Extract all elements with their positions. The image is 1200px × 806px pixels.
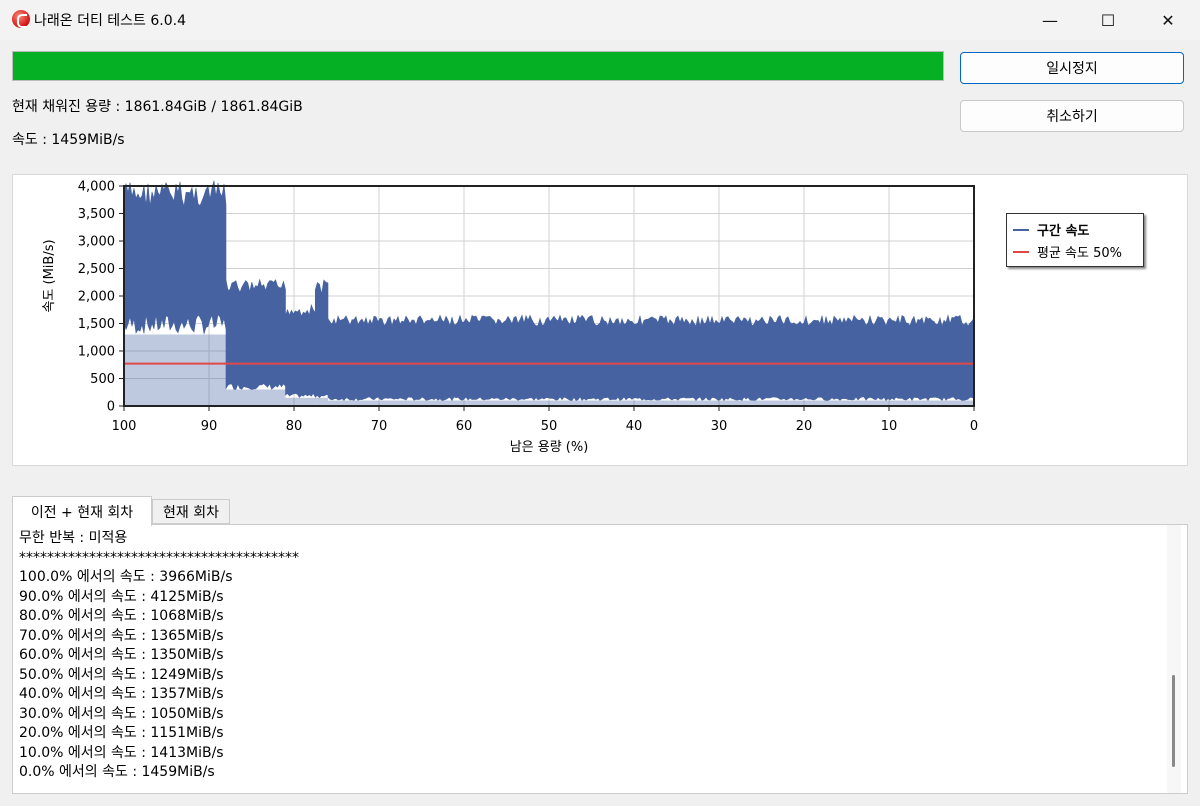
log-line: 20.0% 에서의 속도 : 1151MiB/s	[19, 725, 224, 741]
window-title: 나래온 더티 테스트 6.0.4	[34, 13, 187, 29]
log-scrollbar[interactable]	[1167, 525, 1181, 793]
legend-swatch-average-speed	[1013, 250, 1029, 253]
progress-bar-fill	[13, 52, 943, 80]
log-line: 30.0% 에서의 속도 : 1050MiB/s	[19, 705, 224, 722]
legend-label-average-speed: 평균 속도 50%	[1037, 246, 1122, 261]
filled-capacity-label: 현재 채워진 용량 : 1861.84GiB / 1861.84GiB	[12, 99, 303, 115]
tab-current-round[interactable]: 현재 회차	[152, 499, 230, 524]
close-button[interactable]: ✕	[1138, 0, 1198, 40]
log-line: 90.0% 에서의 속도 : 4125MiB/s	[19, 588, 224, 605]
tab-previous-and-current[interactable]: 이전 + 현재 회차	[12, 496, 152, 526]
legend-item-average-speed: 평균 속도 50%	[1013, 242, 1122, 261]
title-bar: 나래온 더티 테스트 6.0.4 — ☐ ✕	[0, 0, 1200, 40]
legend-item-segment-speed: 구간 속도	[1013, 220, 1089, 239]
maximize-button[interactable]: ☐	[1078, 0, 1138, 40]
chart-legend: 구간 속도 평균 속도 50%	[1006, 213, 1144, 267]
legend-swatch-segment-speed	[1013, 228, 1029, 231]
log-text: 무한 반복 : 미적용 *****************************…	[19, 529, 299, 783]
log-panel[interactable]: 무한 반복 : 미적용 *****************************…	[12, 524, 1188, 794]
log-line: 60.0% 에서의 속도 : 1350MiB/s	[19, 647, 224, 663]
log-scrollbar-thumb[interactable]	[1172, 675, 1175, 767]
log-line: 10.0% 에서의 속도 : 1413MiB/s	[19, 744, 224, 761]
log-line: ****************************************	[19, 549, 299, 566]
log-line: 무한 반복 : 미적용	[19, 530, 128, 546]
app-logo-icon	[12, 10, 30, 28]
log-line: 40.0% 에서의 속도 : 1357MiB/s	[19, 686, 224, 702]
progress-bar	[12, 51, 944, 81]
log-line: 50.0% 에서의 속도 : 1249MiB/s	[19, 666, 224, 683]
legend-label-segment-speed: 구간 속도	[1037, 224, 1090, 239]
log-line: 70.0% 에서의 속도 : 1365MiB/s	[19, 627, 224, 644]
log-line: 100.0% 에서의 속도 : 3966MiB/s	[19, 569, 233, 585]
log-line: 80.0% 에서의 속도 : 1068MiB/s	[19, 608, 224, 624]
minimize-button[interactable]: —	[1020, 0, 1080, 40]
speed-label: 속도 : 1459MiB/s	[12, 132, 125, 148]
cancel-button[interactable]: 취소하기	[960, 100, 1184, 132]
log-line: 0.0% 에서의 속도 : 1459MiB/s	[19, 764, 215, 780]
pause-button[interactable]: 일시정지	[960, 52, 1184, 84]
